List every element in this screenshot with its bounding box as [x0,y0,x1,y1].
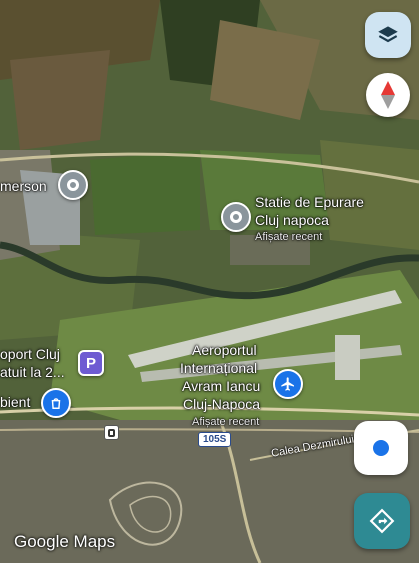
airplane-icon [281,377,294,391]
place-label-line2[interactable]: Cluj napoca [255,212,329,228]
place-pin[interactable] [221,202,251,232]
place-pin[interactable] [58,170,88,200]
parking-pin[interactable]: P [78,350,104,376]
directions-button[interactable] [354,493,410,549]
recently-viewed-label: Afișate recent [255,231,323,243]
place-label-merson[interactable]: merson [0,178,47,194]
satellite-map[interactable]: merson Statie de Epurare Cluj napoca Afi… [0,0,419,563]
directions-icon [369,508,395,534]
map-imagery [0,0,419,563]
place-label-bient[interactable]: bient [0,394,30,410]
compass-button[interactable] [366,73,410,117]
airport-label-line1[interactable]: Aeroportul [192,342,257,358]
layers-icon [378,26,398,43]
airport-label-line3[interactable]: Avram Iancu [182,378,260,394]
shopping-pin[interactable] [41,388,71,418]
place-label-line1[interactable]: Statie de Epurare [255,194,364,210]
my-location-button[interactable] [354,421,408,475]
place-label-line2[interactable]: atuit la 2... [0,364,65,380]
train-glyph [108,428,115,437]
parking-icon: P [85,354,96,372]
place-label-line1[interactable]: oport Cluj [0,346,60,362]
road-shield: 105S [198,432,232,447]
train-station-icon[interactable] [104,425,119,440]
airport-pin[interactable] [273,369,303,399]
recently-viewed-label: Afișate recent [192,416,260,428]
google-maps-watermark: Google Maps [14,532,116,551]
place-pin-icon [67,179,79,191]
my-location-icon [373,440,389,456]
compass-icon [381,81,395,109]
place-pin-icon [230,211,242,223]
airport-label-line4[interactable]: Cluj-Napoca [183,396,260,412]
layers-button[interactable] [365,12,411,58]
shopping-bag-icon [51,398,61,409]
airport-label-line2[interactable]: Internațional [180,360,257,376]
